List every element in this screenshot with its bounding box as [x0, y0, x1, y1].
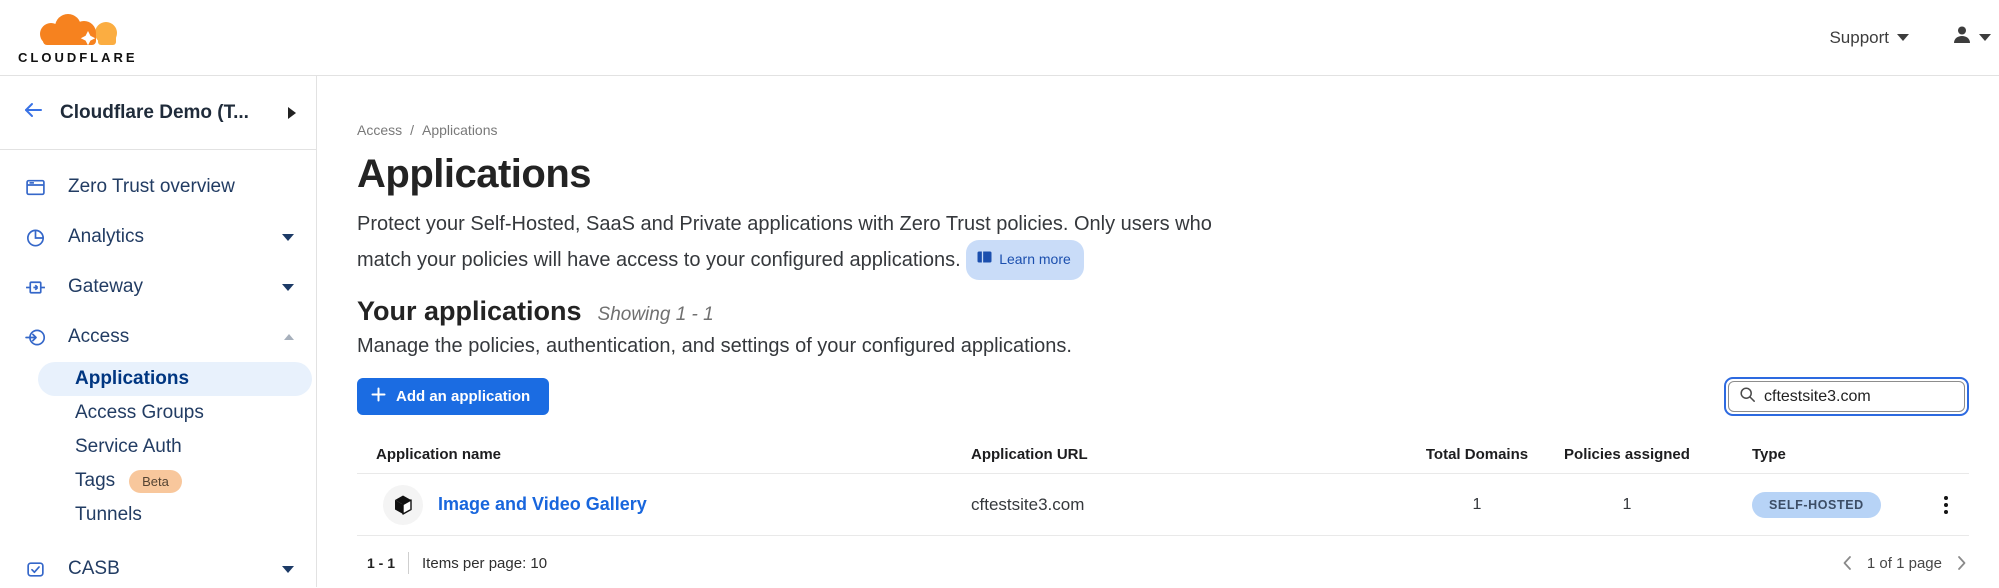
- toolbar: Add an application: [357, 377, 1969, 416]
- sidebar-item-label: Access: [68, 326, 284, 348]
- expand-right-icon[interactable]: [288, 107, 296, 119]
- breadcrumb-separator: /: [410, 122, 414, 138]
- add-application-label: Add an application: [396, 388, 530, 405]
- chevron-down-icon: [282, 234, 294, 241]
- account-switcher[interactable]: Cloudflare Demo (T...: [0, 76, 316, 150]
- type-badge: SELF-HOSTED: [1752, 492, 1881, 518]
- sidebar-item-service-auth[interactable]: Service Auth: [0, 430, 316, 464]
- column-policies-assigned: Policies assigned: [1542, 446, 1712, 463]
- section-heading: Your applications: [357, 296, 582, 327]
- cloudflare-cloud-icon: [28, 12, 128, 50]
- sidebar-item-analytics[interactable]: Analytics: [0, 212, 316, 262]
- section-subtext: Manage the policies, authentication, and…: [357, 331, 1969, 361]
- sidebar-item-label: Analytics: [68, 226, 282, 248]
- sidebar-item-label: Zero Trust overview: [68, 176, 294, 198]
- application-name-link[interactable]: Image and Video Gallery: [438, 494, 647, 515]
- sidebar-item-applications[interactable]: Applications: [38, 362, 312, 396]
- table-header: Application name Application URL Total D…: [357, 436, 1969, 474]
- breadcrumb-access[interactable]: Access: [357, 122, 402, 138]
- items-range: 1 - 1: [367, 555, 395, 571]
- pie-chart-icon: [25, 227, 46, 248]
- row-actions-kebab-menu[interactable]: [1940, 492, 1952, 518]
- user-avatar-icon: [1951, 24, 1973, 51]
- chevron-down-icon: [282, 566, 294, 573]
- page-title: Applications: [357, 152, 1969, 197]
- applications-table: Application name Application URL Total D…: [357, 436, 1969, 574]
- sidebar-item-zero-trust-overview[interactable]: Zero Trust overview: [0, 162, 316, 212]
- search-icon: [1739, 386, 1756, 408]
- chevron-down-icon: [1897, 34, 1909, 41]
- sidebar-item-label: Access Groups: [75, 402, 204, 424]
- learn-more-label: Learn more: [999, 244, 1071, 275]
- account-name: Cloudflare Demo (T...: [60, 102, 272, 124]
- support-label: Support: [1829, 28, 1889, 48]
- column-total-domains: Total Domains: [1412, 446, 1542, 463]
- pagination: 1 of 1 page: [1842, 555, 1967, 572]
- chevron-down-icon: [282, 284, 294, 291]
- access-submenu: Applications Access Groups Service Auth …: [0, 362, 316, 532]
- sidebar-item-casb[interactable]: CASB: [0, 544, 316, 588]
- column-application-name: Application name: [357, 446, 957, 463]
- next-page-icon[interactable]: [1957, 555, 1967, 571]
- column-type: Type: [1712, 446, 1922, 463]
- sidebar-item-label: Gateway: [68, 276, 282, 298]
- column-application-url: Application URL: [957, 446, 1412, 463]
- sidebar-item-tags[interactable]: Tags Beta: [0, 464, 316, 498]
- sidebar-item-gateway[interactable]: Gateway: [0, 262, 316, 312]
- search-input[interactable]: [1764, 388, 1954, 406]
- learn-more-button[interactable]: Learn more: [966, 240, 1084, 280]
- search-box: [1724, 377, 1969, 416]
- login-arrow-icon: [25, 327, 46, 348]
- app-cube-icon: [383, 485, 423, 525]
- showing-count: Showing 1 - 1: [598, 304, 714, 326]
- support-menu[interactable]: Support: [1829, 28, 1909, 48]
- sidebar-item-access[interactable]: Access: [0, 312, 316, 362]
- dashboard-window-icon: [25, 177, 46, 198]
- back-arrow-icon[interactable]: [22, 99, 44, 126]
- sidebar-item-label: Tags: [75, 470, 115, 492]
- plus-icon: [371, 387, 386, 406]
- sidebar-item-label: Tunnels: [75, 504, 142, 526]
- cloudflare-logo-text: CLOUDFLARE: [18, 51, 138, 64]
- total-domains-value: 1: [1412, 496, 1542, 514]
- add-application-button[interactable]: Add an application: [357, 378, 549, 415]
- page-status: 1 of 1 page: [1867, 555, 1942, 572]
- sidebar-nav: Zero Trust overview Analytics: [0, 150, 316, 588]
- gateway-icon: [25, 277, 46, 298]
- breadcrumb-applications[interactable]: Applications: [422, 122, 498, 138]
- sidebar-item-access-groups[interactable]: Access Groups: [0, 396, 316, 430]
- book-icon: [977, 244, 992, 275]
- sidebar-item-label: CASB: [68, 558, 282, 580]
- items-per-page: Items per page: 10: [422, 555, 547, 572]
- breadcrumb: Access / Applications: [357, 122, 1969, 138]
- beta-badge: Beta: [129, 470, 182, 493]
- previous-page-icon[interactable]: [1842, 555, 1852, 571]
- chevron-down-icon: [1979, 34, 1991, 41]
- user-account-menu[interactable]: [1951, 24, 1991, 51]
- main-content: Access / Applications Applications Prote…: [317, 76, 1999, 587]
- cloudflare-logo[interactable]: CLOUDFLARE: [18, 12, 138, 64]
- policies-assigned-value: 1: [1542, 496, 1712, 514]
- sidebar-item-label: Service Auth: [75, 436, 182, 458]
- sidebar: Cloudflare Demo (T... Zero Trust overvie…: [0, 76, 317, 587]
- sidebar-item-label: Applications: [75, 368, 189, 390]
- chevron-up-icon: [284, 334, 294, 340]
- application-url: cftestsite3.com: [957, 495, 1412, 515]
- checkbox-check-icon: [25, 559, 46, 580]
- top-bar: CLOUDFLARE Support: [0, 0, 1999, 76]
- table-footer: 1 - 1 Items per page: 10 1 of 1 page: [357, 536, 1969, 574]
- page-description: Protect your Self-Hosted, SaaS and Priva…: [357, 209, 1237, 280]
- table-row: Image and Video Gallery cftestsite3.com …: [357, 474, 1969, 536]
- footer-divider: [408, 552, 409, 574]
- sidebar-item-tunnels[interactable]: Tunnels: [0, 498, 316, 532]
